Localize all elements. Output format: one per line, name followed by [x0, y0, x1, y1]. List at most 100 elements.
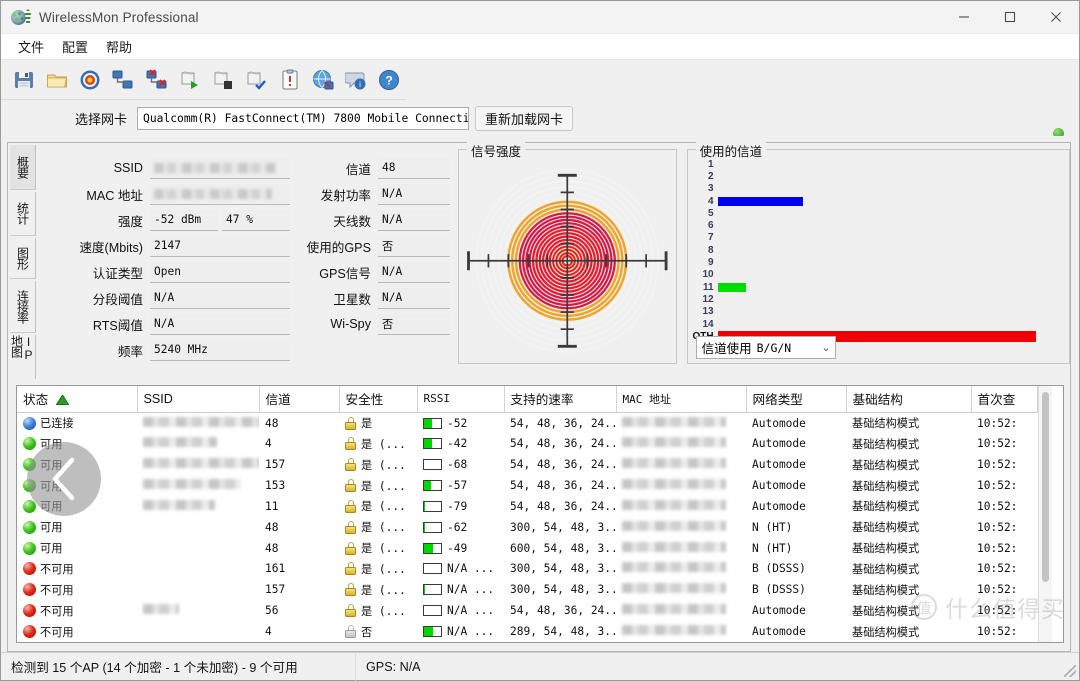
redacted-mac	[154, 188, 272, 199]
col-security[interactable]: 安全性	[339, 386, 418, 413]
cell-ssid	[137, 579, 259, 600]
help-icon[interactable]: ?	[373, 63, 406, 97]
lock-icon	[345, 437, 356, 451]
sidebar-tab-ip-map[interactable]: IP 地图	[10, 334, 36, 379]
title-bar: WirelessMon Professional	[1, 1, 1079, 34]
table-row[interactable]: 可用 48 是 (... -62 300, 54, 48, 3... N (HT) 基础结构…	[17, 517, 1037, 538]
cell-security: 是 (...	[339, 475, 417, 496]
cell-infrastructure: 基础结构模式	[852, 604, 920, 618]
lock-icon	[345, 479, 356, 492]
col-status[interactable]: 状态	[17, 386, 138, 413]
cell-security: 是 (...	[339, 496, 417, 517]
info-value-ssid	[150, 157, 290, 179]
start-log-icon[interactable]	[173, 63, 206, 97]
cell-infrastructure: 基础结构模式	[852, 583, 920, 597]
col-mac[interactable]: MAC 地址	[616, 386, 747, 413]
info-row-frequency: 频率 5240 MHz	[42, 337, 290, 363]
redacted-ssid	[143, 604, 179, 615]
cell-channel: 153	[265, 479, 286, 492]
menu-config[interactable]: 配置	[53, 35, 97, 58]
maximize-icon[interactable]	[987, 1, 1033, 34]
cell-ssid	[137, 600, 259, 621]
col-rates[interactable]: 支持的速率	[504, 386, 617, 413]
info-value-satellites: N/A	[378, 287, 450, 309]
save-icon[interactable]	[7, 63, 40, 97]
col-firstseen[interactable]: 首次查	[971, 386, 1038, 413]
cell-network-type: Automode	[752, 625, 806, 639]
target-icon[interactable]	[74, 63, 107, 97]
adapter-info-left-column: SSID MAC 地址 强度 -52 dBm 47 % 速度(Mbits) 21…	[42, 155, 290, 381]
resize-grip-icon[interactable]	[1064, 665, 1076, 677]
adapter-select[interactable]: Qualcomm(R) FastConnect(TM) 7800 Mobile …	[137, 106, 470, 130]
sidebar-tab-graphs[interactable]: 图形	[10, 238, 36, 279]
menu-file[interactable]: 文件	[9, 35, 53, 58]
cell-security: 否	[339, 621, 417, 642]
menu-help[interactable]: 帮助	[97, 35, 141, 58]
cell-infrastructure: 基础结构模式	[852, 500, 920, 514]
close-icon[interactable]	[1033, 1, 1079, 34]
table-row[interactable]: 不可用 4 否 N/A ... 289, 54, 48, 3... Automode 基础结…	[17, 621, 1037, 642]
rssi-value: -49	[447, 541, 468, 555]
redacted-mac	[622, 479, 726, 489]
sidebar-tab-statistics[interactable]: 统计	[10, 191, 36, 237]
col-infrastructure[interactable]: 基础结构	[846, 386, 972, 413]
table-row[interactable]: 可用11是 (...-7954, 48, 36, 24...Automode基础…	[17, 496, 1037, 517]
sidebar-tab-connection-rate[interactable]: 连接率	[10, 280, 36, 333]
table-row[interactable]: 可用 48 是 (... -49 600, 54, 48, 3... N (HT) 基础结构…	[17, 538, 1037, 559]
signal-strength-title: 信号强度	[467, 141, 526, 160]
channel-usage-select[interactable]: 信道使用 B/G/N ⌄	[695, 336, 836, 359]
scrollbar-thumb[interactable]	[1041, 392, 1049, 582]
rssi-value: -57	[447, 479, 468, 492]
rssi-value: -79	[447, 499, 468, 513]
table-row[interactable]: 不可用 56 是 (... N/A ... 54, 48, 36, 24... Autom…	[17, 600, 1037, 621]
main-content: 概要 统计 图形 连接率 IP 地图 SSID MAC 地址 强度 -52 dB…	[1, 136, 1079, 652]
globe-settings-icon[interactable]	[306, 63, 339, 97]
table-row[interactable]: 可用4是 (...-4254, 48, 36, 24...Automode基础结…	[17, 433, 1037, 454]
table-vertical-scrollbar[interactable]	[1037, 386, 1052, 642]
minimize-icon[interactable]	[941, 1, 987, 34]
channel-bar-label: 13	[702, 306, 714, 318]
cell-rates: 289, 54, 48, 3...	[510, 625, 616, 639]
table-row[interactable]: 可用153是 (...-5754, 48, 36, 24...Automode基…	[17, 475, 1037, 496]
wirelessmon-globe-icon	[11, 8, 31, 26]
disconnect-network-icon[interactable]	[140, 63, 173, 97]
lock-icon	[345, 499, 356, 513]
col-rssi[interactable]: RSSI	[417, 386, 505, 413]
verify-log-icon[interactable]	[240, 63, 273, 97]
open-folder-icon[interactable]	[40, 63, 73, 97]
reload-adapter-button[interactable]: 重新加载网卡	[475, 105, 574, 131]
cell-channel: 48	[265, 541, 279, 555]
channel-bar-row: 1	[692, 158, 1063, 170]
stop-log-icon[interactable]	[207, 63, 240, 97]
table-row[interactable]: 不可用 157 是 (... N/A ... 300, 54, 48, 3... B (D…	[17, 579, 1037, 600]
svg-text:i: i	[359, 80, 361, 89]
col-ssid[interactable]: SSID	[137, 386, 260, 413]
col-nettype[interactable]: 网络类型	[746, 386, 847, 413]
back-chevron-icon[interactable]	[27, 442, 101, 516]
cell-channel: 48	[265, 520, 279, 534]
security-text: 是 (...	[361, 500, 406, 514]
col-channel[interactable]: 信道	[259, 386, 340, 413]
table-row[interactable]: 不可用 161 是 (... N/A ... 300, 54, 48, 3... B (D…	[17, 559, 1037, 580]
info-row-speed: 速度(Mbits) 2147	[42, 233, 290, 259]
sidebar-tab-summary[interactable]: 概要	[10, 145, 36, 190]
table-row[interactable]: 可用157是 (...-6854, 48, 36, 24...Automode基…	[17, 454, 1037, 475]
cell-first-seen: 10:52:	[977, 458, 1018, 472]
chevron-down-icon: ⌄	[821, 342, 831, 354]
status-text: 可用	[40, 542, 63, 556]
connect-network-icon[interactable]	[107, 63, 140, 97]
table-row[interactable]: 已连接 48 是 -52 54, 48, 36, 24... Automode 基础结构模式…	[17, 413, 1037, 434]
comment-info-icon[interactable]: i	[340, 63, 373, 97]
clipboard-icon[interactable]	[273, 63, 306, 97]
status-led-icon	[23, 437, 36, 451]
cell-rates: 54, 48, 36, 24...	[510, 437, 616, 451]
cell-network-type: N (HT)	[752, 520, 793, 534]
info-label-frequency: 频率	[117, 344, 143, 359]
cell-rssi: -49	[417, 538, 504, 559]
status-bar: 检测到 15 个AP (14 个加密 - 1 个未加密) - 9 个可用 GPS…	[1, 652, 1079, 681]
channel-bar-row: 2	[692, 170, 1063, 182]
rssi-value: N/A ...	[447, 562, 495, 576]
info-value-auth: Open	[150, 261, 290, 283]
cell-first-seen: 10:52:	[977, 499, 1018, 513]
cell-rates: 300, 54, 48, 3...	[510, 520, 616, 534]
